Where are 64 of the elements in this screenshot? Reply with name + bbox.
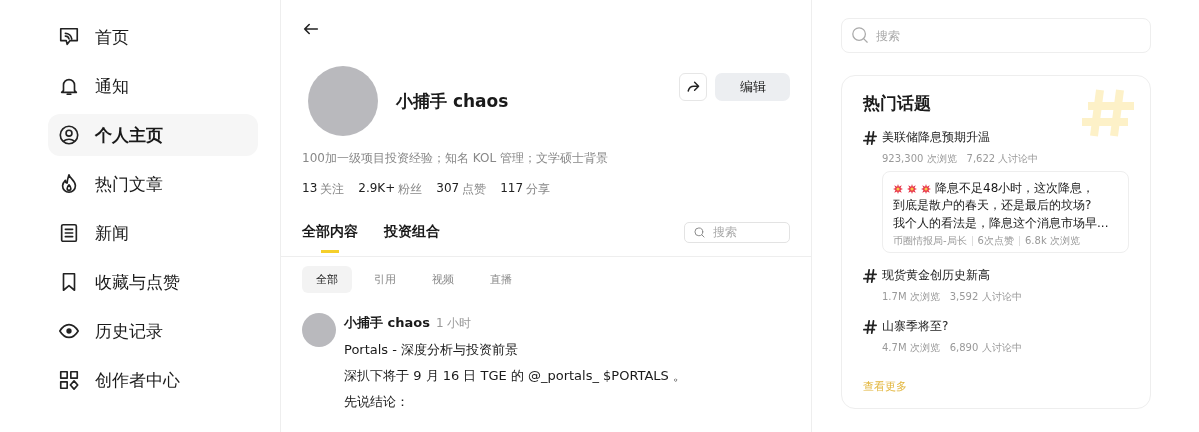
search-icon [693,225,706,239]
sidebar-item[interactable]: 历史记录 [48,310,258,352]
topic-discussion-count: 3,592 人讨论中 [949,290,1022,305]
featured-post-author: 币圈情报局-局长 [893,234,967,249]
stat-count[interactable]: 307 [436,181,460,198]
sidebar-item[interactable]: 首页 [48,16,258,58]
card-title: 热门话题 [863,92,932,115]
content-tab[interactable]: 全部内容 [302,219,358,253]
stat-label[interactable]: 分享 [526,181,551,198]
search-field[interactable]: 搜索 [841,18,1151,53]
post-text: 先说结论： [344,393,410,411]
topic-title[interactable]: 现货黄金创历史新高 [882,267,990,285]
avatar-placeholder [302,313,336,347]
topic-discussion-count: 7,622 人讨论中 [966,152,1039,166]
grid-icon [58,369,80,391]
featured-post-card[interactable]: 降息不足48小时，这次降息， 到底是散户的春天，还是最后的坟场? 我个人的看法是，降息这个消息市场早... 币圈情报局-局长 6次点赞 6.8k 次浏览 [882,171,1129,254]
search-field[interactable]: 搜索 [684,221,790,243]
hash-icon [863,319,877,334]
featured-post-views: 6.8k 次浏览 [1025,234,1080,249]
content-tab[interactable]: 投资组合 [384,219,440,253]
filter-tab[interactable]: 全部 [302,266,352,293]
sidebar-item[interactable]: 创作者中心 [48,359,258,401]
stat-label[interactable]: 关注 [320,181,345,198]
stat-count[interactable]: 117 [500,181,524,198]
user-icon [58,124,80,146]
post-text: 深扒下将于 9 月 16 日 TGE 的 @_portals_ $PORTALS 。 [344,367,686,385]
featured-post-text: 降息不足48小时，这次降息， [935,180,1095,197]
featured-post-text: 到底是散户的春天，还是最后的坟场? [893,197,1092,215]
topic-views: 923,300 次浏览 [882,152,957,166]
post-title[interactable]: Portals - 深度分析与投资前景 [344,341,686,359]
share-icon [685,79,701,95]
post-time: 1 小时 [435,315,472,332]
hash-icon [863,130,877,145]
sidebar-item[interactable]: 热门文章 [48,163,258,205]
filter-tab[interactable]: 引用 [360,266,410,293]
profile-name: 小捕手 chaos [396,89,510,113]
explosion-icon [907,183,917,194]
document-icon [58,222,80,244]
sidebar-item[interactable]: 通知 [48,65,258,107]
chat-signal-icon [58,26,80,48]
topic-views: 1.7M 次浏览 [882,290,940,305]
stat-label[interactable]: 点赞 [462,181,487,198]
featured-post-text: 我个人的看法是，降息这个消息市场早... [893,214,1109,232]
hash-icon [863,268,877,283]
share-button[interactable] [679,73,707,101]
explosion-icon [893,183,903,194]
sidebar-item[interactable]: 新闻 [48,212,258,254]
featured-post-likes: 6次点赞 [977,234,1014,249]
filter-tab[interactable]: 直播 [476,266,526,293]
filter-tab[interactable]: 视频 [418,266,468,293]
topic-views: 4.7M 次浏览 [882,341,940,356]
edit-button[interactable]: 编辑 [715,73,790,101]
explosion-icon [921,183,931,194]
sidebar-item[interactable]: 收藏与点赞 [48,261,258,303]
stat-label[interactable]: 粉丝 [398,181,423,198]
stat-count[interactable]: 13 [302,181,318,198]
post-author[interactable]: 小捕手 chaos [344,314,430,332]
stat-count[interactable]: 2.9K+ [358,181,396,198]
topic-title[interactable]: 美联储降息预期升温 [882,129,990,146]
profile-bio: 100加一级项目投资经验；知名 KOL 管理；文学硕士背景 [302,150,609,167]
topic-title[interactable]: 山寨季将至? [882,318,949,336]
sidebar-item[interactable]: 个人主页 [48,114,258,156]
topic-discussion-count: 6,890 人讨论中 [949,341,1022,356]
search-icon [851,26,869,44]
